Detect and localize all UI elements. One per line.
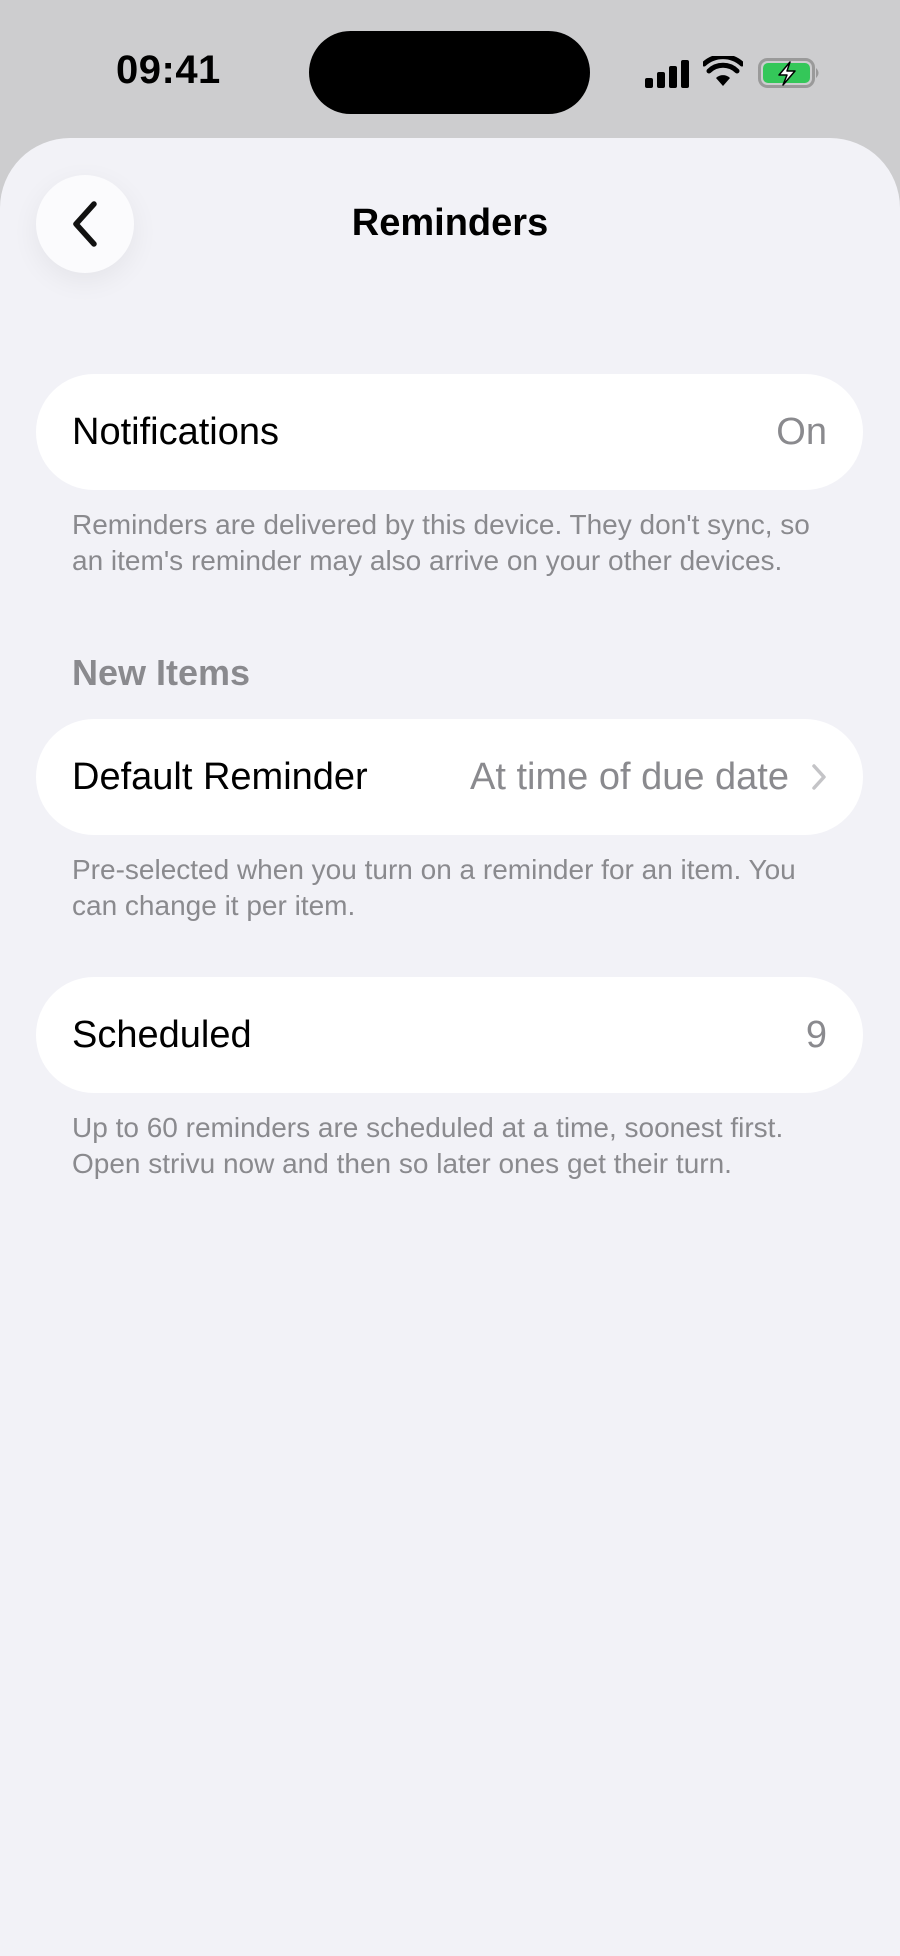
notifications-row[interactable]: Notifications On bbox=[36, 374, 863, 490]
scheduled-count: 9 bbox=[805, 1013, 827, 1056]
status-bar: 09:41 bbox=[0, 0, 900, 140]
page-title: Reminders bbox=[351, 202, 549, 244]
scheduled-label: Scheduled bbox=[72, 1013, 252, 1056]
notifications-footnote: Reminders are delivered by this device. … bbox=[72, 509, 810, 576]
notifications-value: On bbox=[776, 410, 827, 453]
notifications-label: Notifications bbox=[72, 410, 279, 453]
default-reminder-row[interactable]: Default Reminder At time of due date bbox=[36, 719, 863, 835]
cellular-signal-icon bbox=[645, 60, 689, 88]
battery-charging-icon bbox=[758, 58, 819, 88]
section-header-new-items: New Items bbox=[72, 652, 251, 693]
wifi-icon bbox=[703, 56, 743, 86]
default-reminder-value-group: At time of due date bbox=[470, 756, 827, 799]
default-reminder-footnote: Pre-selected when you turn on a reminder… bbox=[72, 854, 796, 921]
scheduled-footnote: Up to 60 reminders are scheduled at a ti… bbox=[72, 1112, 784, 1179]
dynamic-island bbox=[309, 31, 590, 114]
status-time: 09:41 bbox=[116, 48, 221, 92]
scheduled-row[interactable]: Scheduled 9 bbox=[36, 977, 863, 1093]
chevron-right-icon bbox=[812, 764, 826, 790]
default-reminder-value: At time of due date bbox=[470, 755, 789, 798]
default-reminder-label: Default Reminder bbox=[72, 755, 368, 798]
